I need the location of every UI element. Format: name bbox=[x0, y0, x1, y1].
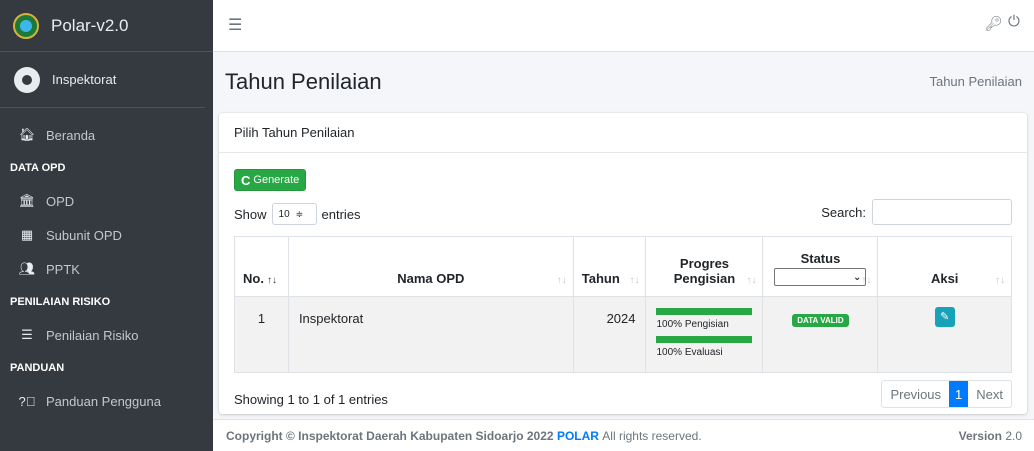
cell-status: DATA VALID bbox=[762, 296, 879, 373]
show-entries: Show 10 ≑ entries bbox=[234, 203, 361, 225]
sidebar-item-panduan-pengguna[interactable]: ?⃝ Panduan Pengguna bbox=[0, 384, 213, 418]
entries-select[interactable]: 10 ≑ bbox=[271, 203, 317, 225]
next-button[interactable]: Next bbox=[968, 381, 1011, 407]
page-1-button[interactable]: 1 bbox=[949, 381, 969, 407]
generate-button[interactable]: C Generate bbox=[234, 169, 307, 191]
sort-icon: ↑↓ bbox=[861, 275, 872, 286]
cell-aksi: ✎ bbox=[877, 296, 1012, 373]
show-label: Show bbox=[234, 206, 267, 222]
col-progres[interactable]: Progres Pengisian ↑↓ bbox=[645, 236, 764, 297]
users-icon: 👥︎ bbox=[18, 261, 36, 276]
sort-asc-icon: ↑↓ bbox=[266, 275, 277, 286]
rights-text: All rights reserved. bbox=[602, 428, 702, 443]
page-title: Tahun Penilaian bbox=[225, 69, 382, 94]
pengisian-label: 100% Pengisian bbox=[656, 319, 729, 330]
page-footer: Copyright © Inspektorat Daerah Kabupaten… bbox=[213, 419, 1034, 451]
edit-icon: ✎ bbox=[940, 311, 950, 323]
menu-toggle-icon[interactable]: ☰ bbox=[228, 15, 246, 35]
sidebar-item-penilaian-risiko[interactable]: ☰ Penilaian Risiko bbox=[0, 318, 213, 352]
home-icon: 🏠︎ bbox=[18, 127, 36, 142]
entries-value: 10 bbox=[278, 208, 290, 220]
question-circle-icon: ?⃝ bbox=[18, 393, 36, 409]
version-number: 2.0 bbox=[1005, 428, 1022, 443]
table-info: Showing 1 to 1 of 1 entries bbox=[234, 392, 388, 407]
sidebar-item-label: Penilaian Risiko bbox=[46, 327, 139, 343]
entries-label: entries bbox=[321, 206, 361, 222]
col-nama-opd[interactable]: Nama OPD ↑↓ bbox=[287, 236, 574, 297]
building-icon: ▦ bbox=[20, 227, 34, 242]
pengisian-progress-bar bbox=[656, 308, 753, 315]
key-icon[interactable]: 🔑︎ bbox=[985, 15, 1003, 32]
table-row: 1 Inspektorat 2024 100% Pengisian 100% E… bbox=[234, 296, 1012, 373]
tahun-card: Pilih Tahun Penilaian C Generate Show 10… bbox=[219, 113, 1027, 414]
edit-button[interactable]: ✎ bbox=[934, 307, 955, 327]
university-icon: 🏛︎ bbox=[18, 193, 36, 208]
content-header: Tahun Penilaian Tahun Penilaian bbox=[213, 52, 1034, 110]
top-navbar: ☰ 🔑︎ ⏻ bbox=[213, 0, 1034, 52]
sidebar-section-data-opd: DATA OPD bbox=[10, 162, 66, 174]
sidebar-item-label: OPD bbox=[46, 193, 75, 209]
polar-link[interactable]: POLAR bbox=[557, 429, 599, 443]
previous-button[interactable]: Previous bbox=[882, 381, 949, 407]
sidebar-item-label: Panduan Pengguna bbox=[46, 393, 161, 409]
version-label: Version bbox=[958, 428, 1002, 443]
cell-tahun: 2024 bbox=[572, 296, 647, 373]
evaluasi-progress-bar bbox=[656, 336, 753, 343]
user-panel[interactable]: Inspektorat bbox=[0, 52, 205, 108]
power-icon[interactable]: ⏻ bbox=[1008, 13, 1020, 30]
user-name: Inspektorat bbox=[52, 72, 117, 87]
user-avatar-icon bbox=[14, 66, 40, 93]
col-progres-label-2: Pengisian bbox=[673, 271, 736, 286]
sort-icon: ↑↓ bbox=[629, 275, 640, 286]
chevron-down-icon: ⌄ bbox=[853, 271, 862, 283]
col-aksi[interactable]: Aksi ↑↓ bbox=[877, 236, 1012, 297]
col-no[interactable]: No. ↑↓ bbox=[234, 236, 289, 297]
cell-progres: 100% Pengisian 100% Evaluasi bbox=[645, 296, 764, 373]
sidebar-section-panduan: PANDUAN bbox=[10, 362, 65, 374]
sidebar-item-subunit-opd[interactable]: ▦ Subunit OPD bbox=[0, 218, 213, 252]
col-status[interactable]: Status ⌄ ↑↓ bbox=[762, 236, 879, 297]
status-filter-select[interactable]: ⌄ bbox=[774, 268, 867, 286]
copyright-text: Copyright © Inspektorat Daerah Kabupaten… bbox=[226, 428, 554, 443]
refresh-icon: C bbox=[241, 172, 251, 188]
card-title: Pilih Tahun Penilaian bbox=[219, 113, 1027, 153]
list-check-icon: ☰ bbox=[21, 327, 33, 342]
status-badge: DATA VALID bbox=[792, 314, 849, 327]
sidebar-section-penilaian-risiko: PENILAIAN RISIKO bbox=[10, 296, 111, 308]
sidebar-item-opd[interactable]: 🏛︎ OPD bbox=[0, 184, 213, 218]
sidebar-item-label: Beranda bbox=[46, 127, 96, 143]
generate-label: Generate bbox=[253, 174, 300, 186]
search-input[interactable] bbox=[872, 199, 1012, 225]
col-tahun[interactable]: Tahun ↑↓ bbox=[572, 236, 647, 297]
brand-logo-icon bbox=[13, 12, 39, 39]
col-progres-label-1: Progres bbox=[679, 256, 730, 271]
app-title: Polar-v2.0 bbox=[51, 15, 129, 35]
search-wrap: Search: bbox=[821, 199, 1012, 225]
evaluasi-label: 100% Evaluasi bbox=[656, 347, 723, 358]
sidebar-item-label: PPTK bbox=[46, 261, 80, 277]
sidebar-item-label: Subunit OPD bbox=[46, 227, 122, 243]
sidebar-item-pptk[interactable]: 👥︎ PPTK bbox=[0, 252, 213, 286]
opd-table: No. ↑↓ Nama OPD ↑↓ Tahun ↑↓ Progres Pengi… bbox=[234, 236, 1012, 373]
col-tahun-label: Tahun bbox=[581, 271, 620, 286]
sidebar-item-beranda[interactable]: 🏠︎ Beranda bbox=[0, 118, 213, 152]
sort-icon: ↑↓ bbox=[995, 275, 1005, 286]
breadcrumb[interactable]: Tahun Penilaian bbox=[929, 74, 1022, 89]
col-no-label: No. bbox=[243, 271, 264, 286]
pagination: Previous 1 Next bbox=[881, 380, 1012, 408]
select-caret-icon: ≑ bbox=[295, 208, 304, 219]
sort-icon: ↑↓ bbox=[746, 275, 757, 286]
sidebar: Polar-v2.0 Inspektorat 🏠︎ Beranda DATA O… bbox=[0, 0, 213, 451]
search-label: Search: bbox=[821, 204, 866, 220]
col-aksi-label: Aksi bbox=[930, 271, 959, 286]
brand-link[interactable]: Polar-v2.0 bbox=[0, 0, 213, 52]
sidebar-nav: 🏠︎ Beranda DATA OPD 🏛︎ OPD ▦ Subunit OPD… bbox=[0, 108, 213, 418]
version-info: Version 2.0 bbox=[959, 429, 1022, 443]
sort-icon: ↑↓ bbox=[556, 275, 567, 286]
cell-nama-opd: Inspektorat bbox=[287, 296, 574, 373]
col-status-label: Status bbox=[800, 251, 841, 266]
col-nama-label: Nama OPD bbox=[397, 271, 465, 286]
cell-no: 1 bbox=[234, 296, 289, 373]
